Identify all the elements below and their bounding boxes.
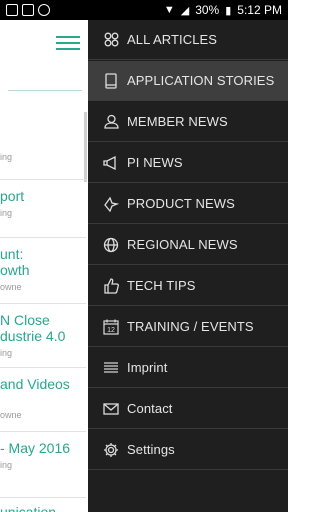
person-icon [103, 114, 119, 130]
menu-item-regional-news[interactable]: REGIONAL NEWS [88, 225, 288, 265]
list-item-title: unt: [0, 246, 24, 262]
list-item-subtitle: ing [0, 152, 13, 162]
calendar-day: 12 [107, 327, 115, 334]
calendar-icon: 12 [103, 319, 119, 335]
menu-label: TECH TIPS [127, 278, 196, 293]
list-item-title: port [0, 188, 25, 204]
sparkle-icon [103, 196, 119, 212]
megaphone-icon [103, 155, 119, 171]
menu-item-application-stories[interactable]: APPLICATION STORIES [88, 61, 288, 101]
list-item-subtitle: owne [0, 410, 22, 420]
list-item-title: N Close [0, 312, 50, 328]
list-item-title-line2: owth [0, 262, 30, 278]
menu-item-settings[interactable]: Settings [88, 430, 288, 470]
grid-icon [103, 32, 119, 48]
menu-item-contact[interactable]: Contact [88, 389, 288, 429]
menu-label: PI NEWS [127, 155, 183, 170]
menu-item-member-news[interactable]: MEMBER NEWS [88, 102, 288, 142]
notification-icons [6, 4, 50, 16]
menu-label: Imprint [127, 360, 168, 375]
list-item-subtitle: ing [0, 460, 13, 470]
menu-item-all-articles[interactable]: ALL ARTICLES [88, 20, 288, 60]
list-item-subtitle: ing [0, 208, 13, 218]
globe-icon [103, 237, 119, 253]
menu-item-imprint[interactable]: Imprint [88, 348, 288, 388]
app-header [0, 20, 88, 64]
battery-icon: ▮ [225, 4, 232, 17]
list-item[interactable]: port ing [0, 180, 86, 238]
tablet-icon [103, 72, 119, 89]
list-item-subtitle: owne [0, 282, 22, 292]
navigation-drawer: ALL ARTICLES APPLICATION STORIES MEMBER … [88, 20, 288, 512]
list-item[interactable]: and Videos owne [0, 368, 86, 432]
menu-label: MEMBER NEWS [127, 114, 228, 129]
list-item[interactable]: unt: owth owne [0, 238, 86, 304]
list-item-title: - May 2016 [0, 440, 71, 456]
article-list-background: ing port ing unt: owth owne N Close dust… [0, 20, 88, 512]
list-item[interactable]: unication [0, 498, 86, 512]
gallery-notification-icon [6, 4, 18, 16]
sync-notification-icon [38, 4, 50, 16]
header-divider [8, 90, 82, 91]
status-bar: ▼ ◢ 30% ▮ 5:12 PM [0, 0, 288, 20]
gear-icon [103, 442, 119, 458]
menu-item-training-events[interactable]: 12 TRAINING / EVENTS [88, 307, 288, 347]
menu-item-product-news[interactable]: PRODUCT NEWS [88, 184, 288, 224]
envelope-icon [103, 401, 119, 417]
list-item-title: unication [0, 504, 57, 512]
app-notification-icon [22, 4, 34, 16]
lines-icon [103, 360, 119, 376]
list-item-subtitle: ing [0, 348, 13, 358]
list-item-title: and Videos [0, 376, 70, 392]
list-item-title-line2: dustrie 4.0 [0, 328, 66, 344]
menu-label: APPLICATION STORIES [127, 73, 275, 88]
list-item[interactable]: ing [0, 112, 86, 180]
menu-label: Contact [127, 401, 173, 416]
list-item[interactable]: N Close dustrie 4.0 ing [0, 304, 86, 368]
thumbs-up-icon [103, 277, 119, 294]
menu-item-pi-news[interactable]: PI NEWS [88, 143, 288, 183]
menu-label: PRODUCT NEWS [127, 196, 235, 211]
menu-label: REGIONAL NEWS [127, 237, 238, 252]
battery-level: 30% [195, 3, 220, 17]
list-item[interactable]: - May 2016 ing [0, 432, 86, 498]
menu-label: TRAINING / EVENTS [127, 319, 254, 334]
wifi-icon: ▼ [163, 4, 175, 16]
signal-icon: ◢ [180, 4, 190, 17]
menu-label: Settings [127, 442, 175, 457]
hamburger-menu-icon[interactable] [56, 32, 80, 50]
clock: 5:12 PM [237, 3, 282, 17]
menu-label: ALL ARTICLES [127, 32, 218, 47]
menu-item-tech-tips[interactable]: TECH TIPS [88, 266, 288, 306]
